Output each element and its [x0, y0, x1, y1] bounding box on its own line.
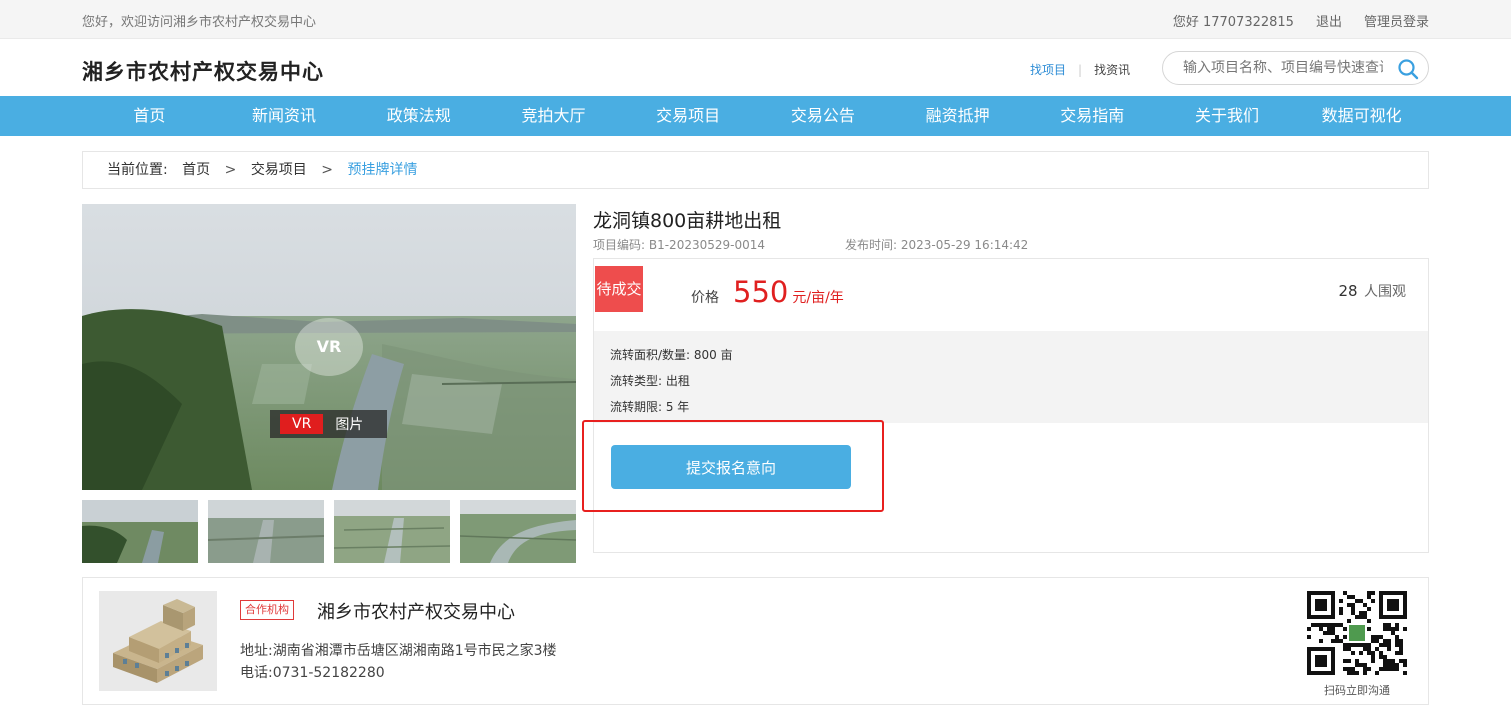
organization-card: 合作机构 湘乡市农村产权交易中心 地址:湖南省湘潭市岳塘区湖湘南路1号市民之家3…	[82, 577, 1429, 705]
thumbnail[interactable]	[460, 500, 576, 563]
admin-login-link[interactable]: 管理员登录	[1364, 11, 1429, 30]
price-label: 价格	[691, 290, 719, 306]
header-link-divider: |	[1078, 62, 1083, 77]
project-details: 流转面积/数量: 800 亩 流转类型: 出租 流转期限: 5 年	[594, 331, 1428, 423]
nav-item-home[interactable]: 首页	[82, 96, 217, 136]
nav-item-about[interactable]: 关于我们	[1160, 96, 1295, 136]
top-bar-user-area: 您好 17707322815 退出 管理员登录	[1173, 11, 1429, 30]
submit-intention-button[interactable]: 提交报名意向	[611, 445, 851, 489]
nav-item-announcements[interactable]: 交易公告	[756, 96, 891, 136]
price-unit: 元/亩/年	[792, 290, 844, 306]
nav-item-data-visualization[interactable]: 数据可视化	[1294, 96, 1429, 136]
breadcrumb-label: 当前位置:	[107, 162, 168, 178]
detail-type: 流转类型: 出租	[610, 374, 690, 388]
project-title: 龙洞镇800亩耕地出租	[593, 210, 782, 232]
project-meta: 项目编码: B1-20230529-0014 发布时间: 2023-05-29 …	[593, 236, 1028, 253]
site-title[interactable]: 湘乡市农村产权交易中心	[82, 56, 324, 86]
logout-link[interactable]: 退出	[1316, 11, 1342, 30]
detail-term: 流转期限: 5 年	[610, 400, 690, 414]
find-news-link[interactable]: 找资讯	[1094, 61, 1130, 78]
partner-tag: 合作机构	[240, 600, 294, 620]
thumbnail[interactable]	[208, 500, 324, 563]
thumbnail[interactable]	[334, 500, 450, 563]
media-tabs: VR 图片	[270, 410, 387, 438]
nav-item-news[interactable]: 新闻资讯	[217, 96, 352, 136]
welcome-text: 您好，欢迎访问湘乡市农村产权交易中心	[82, 15, 317, 30]
tab-picture[interactable]: 图片	[335, 414, 363, 434]
organization-phone: 电话:0731-52182280	[240, 665, 385, 681]
search-box	[1162, 51, 1429, 85]
site-header: 湘乡市农村产权交易中心 找项目 | 找资讯	[0, 40, 1511, 96]
nav-item-guide[interactable]: 交易指南	[1025, 96, 1160, 136]
nav-item-financing[interactable]: 融资抵押	[890, 96, 1025, 136]
qr-code-icon	[1307, 590, 1407, 676]
thumbnail-strip	[82, 500, 576, 563]
breadcrumb: 当前位置: 首页 > 交易项目 > 预挂牌详情	[82, 151, 1429, 189]
header-links: 找项目 | 找资讯	[1030, 61, 1130, 78]
viewers-number: 28	[1338, 282, 1358, 300]
breadcrumb-projects[interactable]: 交易项目	[251, 162, 307, 178]
search-icon[interactable]	[1396, 57, 1420, 81]
thumbnail[interactable]	[82, 500, 198, 563]
status-badge: 待成交	[595, 266, 643, 312]
organization-name: 湘乡市农村产权交易中心	[317, 602, 515, 623]
organization-building-image	[99, 591, 217, 691]
main-nav: 首页 新闻资讯 政策法规 竞拍大厅 交易项目 交易公告 融资抵押 交易指南 关于…	[0, 96, 1511, 136]
tab-vr[interactable]: VR	[280, 414, 324, 434]
breadcrumb-current: 预挂牌详情	[347, 162, 418, 178]
breadcrumb-home[interactable]: 首页	[182, 162, 210, 178]
user-greeting[interactable]: 您好 17707322815	[1173, 11, 1294, 30]
detail-area: 流转面积/数量: 800 亩	[610, 348, 733, 362]
price-value: 550	[733, 275, 789, 309]
organization-address: 地址:湖南省湘潭市岳塘区湖湘南路1号市民之家3楼	[240, 643, 557, 659]
top-bar: 您好，欢迎访问湘乡市农村产权交易中心 您好 17707322815 退出 管理员…	[0, 0, 1511, 39]
main-photo[interactable]: VR VR 图片	[82, 204, 576, 490]
nav-item-policy[interactable]: 政策法规	[351, 96, 486, 136]
vr-badge[interactable]: VR	[295, 318, 363, 376]
find-project-link[interactable]: 找项目	[1030, 61, 1066, 78]
nav-item-projects[interactable]: 交易项目	[621, 96, 756, 136]
qr-caption: 扫码立即沟通	[1324, 684, 1390, 697]
nav-item-auction-hall[interactable]: 竞拍大厅	[486, 96, 621, 136]
viewers-count: 28 人围观	[1338, 281, 1406, 301]
project-code: 项目编码: B1-20230529-0014	[593, 238, 766, 252]
price-row: 价格 550 元/亩/年	[691, 275, 844, 309]
breadcrumb-separator: >	[224, 162, 237, 178]
viewers-label: 人围观	[1364, 284, 1406, 300]
search-input[interactable]	[1183, 57, 1383, 79]
breadcrumb-separator: >	[321, 162, 333, 178]
publish-time: 发布时间: 2023-05-29 16:14:42	[845, 238, 1029, 252]
project-info-box: 待成交 价格 550 元/亩/年 28 人围观 流转面积/数量: 800 亩 流…	[593, 258, 1429, 553]
